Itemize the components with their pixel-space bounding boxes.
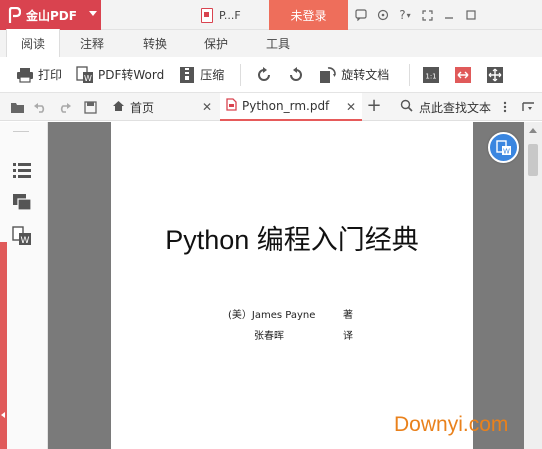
home-icon [112,100,125,115]
chevron-up-icon[interactable] [529,128,537,133]
pdf-to-word-button[interactable]: W PDF转Word [76,57,164,93]
redo-icon[interactable] [55,93,75,121]
settings-icon[interactable] [374,0,392,30]
rotate-right-icon [287,66,305,84]
watermark: Downyi.com [394,413,509,436]
more-options-icon[interactable] [500,93,510,121]
tab-tools[interactable]: 工具 [246,30,310,57]
toolbar: 打印 W PDF转Word 压缩 旋转文档 1:1 [0,57,542,93]
help-label: ? [399,8,406,22]
window-controls: ? ▾ [352,0,484,30]
new-tab-button[interactable]: + [366,95,382,116]
fit-width-icon [454,66,472,84]
rotate-document-label: 旋转文档 [341,68,390,82]
open-folder-icon[interactable] [8,93,28,121]
document-heading: Python 编程入门经典 [165,225,419,255]
author-role: 著 [343,310,353,321]
close-icon[interactable]: ✕ [202,100,212,114]
tab-document-label: Python_rm.pdf [242,99,330,113]
pdf-to-word-float-button[interactable]: W [488,132,519,163]
title-bar: 金山PDF P...F 未登录 ? ▾ [0,0,542,30]
ribbon-tabs: 阅读 注释 转换 保护 工具 [0,29,542,57]
print-button[interactable]: 打印 [16,57,62,93]
chevron-down-icon: ▾ [406,10,411,20]
document-tab-strip: 首页 ✕ Python_rm.pdf ✕ + 点此查找文本 [0,93,542,121]
word-export-icon[interactable]: W [12,226,32,246]
compress-button[interactable]: 压缩 [178,57,224,93]
login-button[interactable]: 未登录 [269,0,348,30]
maximize-icon[interactable] [462,0,480,30]
svg-text:W: W [503,147,510,155]
svg-text:W: W [21,236,30,246]
vertical-scrollbar[interactable] [524,122,542,449]
chevron-down-icon[interactable] [89,11,97,16]
sidebar-divider [13,131,29,132]
app-menu-button[interactable]: 金山PDF [0,0,101,30]
tab-annotate[interactable]: 注释 [60,30,124,57]
fit-width-button[interactable] [454,57,476,93]
search-icon [400,99,413,115]
toolbar-divider [240,63,242,86]
tab-convert[interactable]: 转换 [124,30,186,57]
tab-document[interactable]: Python_rm.pdf ✕ [220,93,362,121]
minimize-icon[interactable] [440,0,458,30]
pdf-file-icon [201,7,213,23]
rotate-document-icon [319,66,337,84]
author-line: (美）James Payne [228,310,316,321]
fit-page-button[interactable] [486,57,508,93]
undo-icon[interactable] [30,93,50,121]
save-icon[interactable] [80,93,100,121]
document-viewer[interactable]: Python 编程入门经典 (美）James Payne 著 张春晖 译 W [48,122,542,449]
compress-icon [178,66,196,84]
fullscreen-icon[interactable] [418,0,436,30]
tab-list-icon[interactable] [519,93,539,121]
toolbar-divider [409,63,411,86]
pdf-to-word-label: PDF转Word [98,68,165,82]
rotate-left-button[interactable] [255,57,277,93]
rotate-document-button[interactable]: 旋转文档 [319,57,389,93]
tab-home-label: 首页 [130,100,155,115]
active-document-title[interactable]: P...F [201,0,241,30]
pdf-page: Python 编程入门经典 (美）James Payne 著 张春晖 译 [111,122,473,449]
svg-text:1:1: 1:1 [426,72,437,80]
help-icon[interactable]: ? ▾ [396,0,414,30]
compress-label: 压缩 [200,68,225,82]
pdf-file-icon [226,98,237,114]
document-title-short: P...F [219,8,241,22]
translator-role: 译 [343,331,353,342]
outline-icon[interactable] [12,160,32,180]
print-label: 打印 [38,68,63,82]
rotate-right-button[interactable] [287,57,309,93]
search-box[interactable]: 点此查找文本 [400,93,491,121]
translator-name: 张春晖 [254,331,284,342]
scrollbar-thumb[interactable] [528,144,538,176]
sidebar-collapse-handle[interactable] [0,242,7,449]
left-sidebar: W [0,122,48,449]
actual-size-button[interactable]: 1:1 [422,57,444,93]
rotate-left-icon [255,66,273,84]
thumbnails-icon[interactable] [12,192,32,212]
app-name: 金山PDF [26,8,77,23]
svg-text:W: W [84,74,92,83]
fit-page-icon [486,66,504,84]
tab-protect[interactable]: 保护 [186,30,246,57]
search-placeholder: 点此查找文本 [419,100,492,115]
printer-icon [16,66,34,84]
chevron-left-icon [1,412,5,418]
actual-size-icon: 1:1 [422,66,440,84]
feedback-icon[interactable] [352,0,370,30]
pdf-to-word-icon: W [76,65,94,84]
tab-read[interactable]: 阅读 [6,29,60,57]
tab-home[interactable]: 首页 ✕ [104,93,218,121]
close-icon[interactable]: ✕ [346,100,356,114]
app-logo-icon [8,6,21,24]
